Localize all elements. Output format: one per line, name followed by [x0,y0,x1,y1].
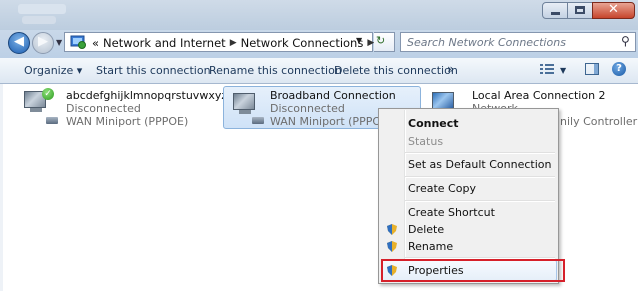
minimize-button[interactable] [542,2,568,19]
preview-pane-inner [594,64,598,74]
connection-device: nily Controller [560,115,638,128]
close-icon: ✕ [608,2,619,17]
connected-check-icon: ✓ [42,88,54,100]
help-icon[interactable]: ? [612,62,626,76]
shield-icon [387,241,397,252]
search-icon[interactable]: ⚲ [621,34,630,48]
menu-separator [405,200,555,202]
connection-name[interactable]: Local Area Connection 2 [472,89,606,102]
back-button[interactable]: ◀ [8,32,30,54]
modem-icon [252,117,264,124]
monitor-shape [432,92,454,109]
monitor-stand [239,110,251,114]
modem-icon [46,117,58,124]
network-monitor-icon[interactable] [229,90,263,120]
menu-separator [405,152,555,154]
maximize-button[interactable] [567,2,593,19]
title-blur-2 [22,16,56,24]
left-edge [0,84,3,291]
change-view-icon[interactable] [540,63,554,75]
rename-connection-button[interactable]: Rename this connection [209,64,342,77]
menu-item-status[interactable]: Status [408,135,443,148]
menu-item-rename[interactable]: Rename [408,240,453,253]
connection-status: Disconnected [66,102,141,115]
menu-item-connect[interactable]: Connect [408,117,459,130]
menu-item-delete[interactable]: Delete [408,223,444,236]
title-blur [18,4,66,14]
close-button[interactable]: ✕ [592,2,635,19]
breadcrumb-network-connections[interactable]: Network Connections [241,36,364,50]
delete-connection-button[interactable]: Delete this connection [334,64,458,77]
maximize-icon [575,6,585,14]
monitor-stand [30,108,42,112]
back-icon: ◀ [14,34,24,49]
menu-item-set-default[interactable]: Set as Default Connection [408,158,551,171]
menu-item-create-copy[interactable]: Create Copy [408,182,476,195]
organize-button[interactable]: Organize ▾ [24,64,82,77]
menu-separator [405,176,555,178]
recent-pages-dropdown[interactable]: ▼ [56,38,62,47]
refresh-icon: ↻ [376,34,386,47]
search-input[interactable]: Search Network Connections ⚲ [400,32,636,52]
connection-device: WAN Miniport (PPPOE) [270,115,393,128]
breadcrumb-overflow[interactable]: « [92,36,99,50]
connection-device: WAN Miniport (PPPOE) [66,115,189,128]
breadcrumb-separator-icon[interactable]: ▶ [230,38,237,48]
forward-icon: ▶ [38,34,48,49]
monitor-shape [233,93,255,110]
network-folder-icon [70,35,86,49]
annotation-highlight-box [381,259,565,282]
refresh-button[interactable]: ↻ [374,32,395,52]
start-connection-button[interactable]: Start this connection [96,64,211,77]
shield-icon [387,224,397,235]
menu-item-create-shortcut[interactable]: Create Shortcut [408,206,495,219]
view-dropdown-icon[interactable]: ▼ [560,66,566,75]
minimize-icon [551,12,560,15]
address-dropdown-icon[interactable]: ▼ [356,36,362,45]
preview-pane-icon[interactable] [585,63,599,75]
forward-button[interactable]: ▶ [32,32,54,54]
more-commands-button[interactable]: » [447,62,454,76]
connection-status: Disconnected [270,102,345,115]
breadcrumb-network-and-internet[interactable]: Network and Internet [103,36,226,50]
search-placeholder: Search Network Connections [407,36,566,49]
connection-name[interactable]: abcdefghijklmnopqrstuvwxyz [66,89,227,102]
breadcrumb: « Network and Internet ▶ Network Connect… [92,35,374,51]
connection-name[interactable]: Broadband Connection [270,89,396,102]
network-monitor-icon[interactable]: ✓ [20,88,60,120]
